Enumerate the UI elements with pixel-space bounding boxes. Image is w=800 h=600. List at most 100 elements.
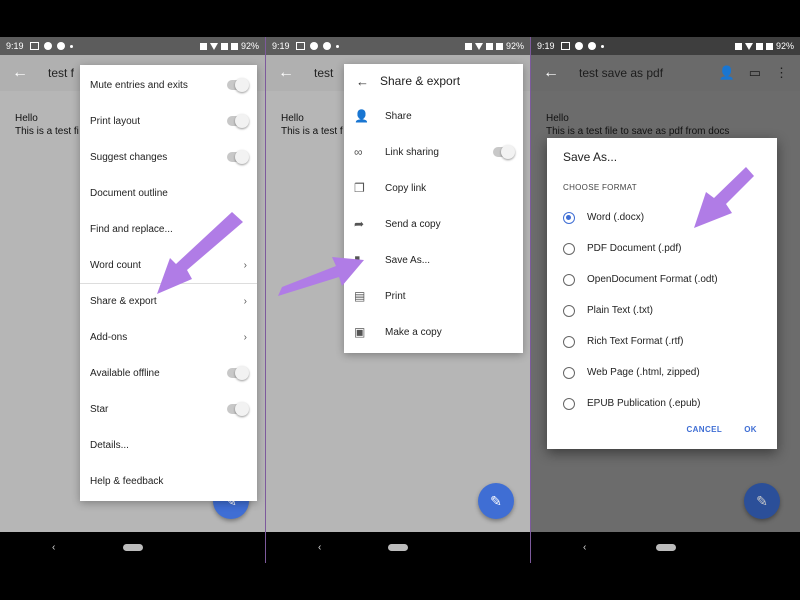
back-arrow-icon[interactable]: ← xyxy=(543,64,563,82)
edit-fab[interactable]: ✎ xyxy=(744,483,780,519)
vibrate-icon xyxy=(734,42,742,50)
toggle-switch[interactable] xyxy=(227,78,249,92)
battery-level: 92% xyxy=(775,41,794,51)
radio-unselected[interactable] xyxy=(563,273,575,286)
nav-bar: ‹ xyxy=(266,532,530,563)
panel-divider xyxy=(265,37,266,563)
print-icon: ▤ xyxy=(354,289,366,303)
document-body[interactable]: Hello This is a test file to save as pdf… xyxy=(546,112,729,138)
notification-icon xyxy=(574,42,583,50)
signal-icon xyxy=(220,42,228,50)
nav-back-icon[interactable]: ‹ xyxy=(52,542,55,553)
nav-back-icon[interactable]: ‹ xyxy=(318,542,321,553)
menu-item-suggest-changes[interactable]: Suggest changes xyxy=(80,139,257,175)
notification-icon xyxy=(309,42,318,50)
chevron-right-icon: › xyxy=(243,296,247,307)
radio-unselected[interactable] xyxy=(563,335,575,348)
nav-bar: ‹ xyxy=(0,532,265,563)
cancel-button[interactable]: CANCEL xyxy=(686,425,722,434)
status-bar: 9:19 92% xyxy=(531,37,800,55)
menu-item-make-copy[interactable]: ▣ Make a copy xyxy=(344,314,523,350)
radio-unselected[interactable] xyxy=(563,304,575,317)
menu-item-print-layout[interactable]: Print layout xyxy=(80,103,257,139)
panel-divider xyxy=(530,37,531,563)
copy-file-icon: ▣ xyxy=(354,325,366,339)
menu-item-help-feedback[interactable]: Help & feedback xyxy=(80,463,257,499)
ok-button[interactable]: OK xyxy=(744,425,757,434)
status-time: 9:19 xyxy=(272,41,290,51)
menu-item-word-count[interactable]: Word count › xyxy=(80,247,257,283)
menu-item-send-copy[interactable]: ➦ Send a copy xyxy=(344,206,523,242)
format-option-txt[interactable]: Plain Text (.txt) xyxy=(563,295,773,326)
app-bar: ← test save as pdf 👤 ▭ ⋮ xyxy=(531,55,800,91)
menu-item-copy-link[interactable]: ❐ Copy link xyxy=(344,170,523,206)
nav-home-pill[interactable] xyxy=(655,544,676,551)
battery-icon xyxy=(765,42,773,50)
comment-icon[interactable]: ▭ xyxy=(749,65,761,81)
back-arrow-icon[interactable]: ← xyxy=(356,74,380,89)
notification-icon xyxy=(56,42,65,50)
document-title: test xyxy=(314,66,334,80)
menu-item-find-replace[interactable]: Find and replace... xyxy=(80,211,257,247)
vibrate-icon xyxy=(199,42,207,50)
save-as-dialog: Save As... CHOOSE FORMAT Word (.docx) PD… xyxy=(547,138,777,449)
toggle-switch[interactable] xyxy=(227,366,249,380)
signal-icon xyxy=(485,42,493,50)
notification-icon xyxy=(295,42,305,50)
format-option-rtf[interactable]: Rich Text Format (.rtf) xyxy=(563,326,773,357)
more-notifications-icon xyxy=(69,44,73,48)
menu-item-link-sharing[interactable]: ∞ Link sharing xyxy=(344,134,523,170)
menu-item-save-as[interactable]: ▮ Save As... xyxy=(344,242,523,278)
document-title: test save as pdf xyxy=(579,66,664,80)
add-person-icon[interactable]: 👤 xyxy=(719,65,735,81)
notification-icon xyxy=(322,42,331,50)
format-option-docx[interactable]: Word (.docx) xyxy=(563,202,773,233)
phone-screen-save-as: 9:19 92% ← test save as pdf 👤 ▭ ⋮ Hello … xyxy=(531,37,800,563)
toggle-switch[interactable] xyxy=(227,402,249,416)
document-body[interactable]: Hello This is a test fi xyxy=(15,112,79,138)
doc-line: Hello xyxy=(15,113,38,124)
menu-item-available-offline[interactable]: Available offline xyxy=(80,355,257,391)
toggle-switch[interactable] xyxy=(227,150,249,164)
nav-home-pill[interactable] xyxy=(122,544,143,551)
doc-line: This is a test f xyxy=(281,126,343,137)
phone-screen-menu: 9:19 92% ← test f Hello This is a test f… xyxy=(0,37,265,563)
menu-item-details[interactable]: Details... xyxy=(80,427,257,463)
back-arrow-icon[interactable]: ← xyxy=(12,64,32,82)
format-option-html[interactable]: Web Page (.html, zipped) xyxy=(563,357,773,388)
format-option-odt[interactable]: OpenDocument Format (.odt) xyxy=(563,264,773,295)
signal-icon xyxy=(755,42,763,50)
menu-item-mute-entries[interactable]: Mute entries and exits xyxy=(80,67,257,103)
submenu-title: Share & export xyxy=(380,74,461,88)
battery-level: 92% xyxy=(240,41,259,51)
format-option-epub[interactable]: EPUB Publication (.epub) xyxy=(563,388,773,419)
pencil-icon: ✎ xyxy=(756,492,768,509)
more-vert-icon[interactable]: ⋮ xyxy=(775,65,788,81)
overflow-menu: Mute entries and exits Print layout Sugg… xyxy=(80,65,257,501)
radio-unselected[interactable] xyxy=(563,242,575,255)
pencil-icon: ✎ xyxy=(490,492,502,509)
battery-level: 92% xyxy=(505,41,524,51)
vibrate-icon xyxy=(464,42,472,50)
notification-icon xyxy=(560,42,570,50)
back-arrow-icon[interactable]: ← xyxy=(278,64,298,82)
toggle-switch[interactable] xyxy=(227,114,249,128)
radio-unselected[interactable] xyxy=(563,366,575,379)
edit-fab[interactable]: ✎ xyxy=(478,483,514,519)
menu-item-share-export[interactable]: Share & export › xyxy=(80,283,257,319)
document-body[interactable]: Hello This is a test f xyxy=(281,112,343,138)
submenu-header: ← Share & export xyxy=(344,64,523,98)
menu-item-document-outline[interactable]: Document outline xyxy=(80,175,257,211)
nav-home-pill[interactable] xyxy=(388,544,408,551)
nav-back-icon[interactable]: ‹ xyxy=(583,542,586,553)
format-option-pdf[interactable]: PDF Document (.pdf) xyxy=(563,233,773,264)
notification-icon xyxy=(29,42,39,50)
menu-item-share[interactable]: 👤 Share xyxy=(344,98,523,134)
menu-item-print[interactable]: ▤ Print xyxy=(344,278,523,314)
menu-item-add-ons[interactable]: Add-ons › xyxy=(80,319,257,355)
menu-item-star[interactable]: Star xyxy=(80,391,257,427)
radio-selected[interactable] xyxy=(563,211,575,224)
toggle-switch[interactable] xyxy=(493,145,515,159)
dialog-subtitle: CHOOSE FORMAT xyxy=(563,183,637,192)
radio-unselected[interactable] xyxy=(563,397,575,410)
